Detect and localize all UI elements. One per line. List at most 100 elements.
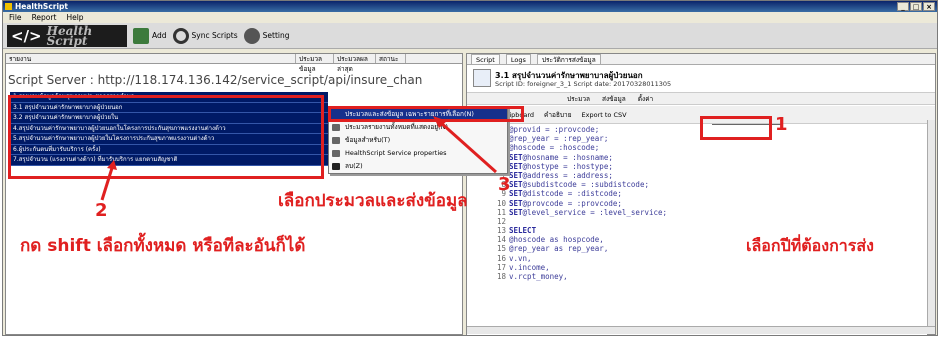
code-text: @provcode = :provcode; — [522, 198, 622, 208]
col-report[interactable]: รายงาน — [6, 54, 296, 63]
annotation-select-year: เลือกปีที่ต้องการส่ง — [746, 236, 874, 255]
code-line: 17 v.income, — [467, 263, 927, 272]
code-text: @hostype = :hostype; — [522, 161, 613, 171]
delete-icon — [332, 163, 340, 170]
code-line: @hoscode = :hoscode; — [467, 143, 927, 152]
code-text: @hoscode = :hoscode; — [509, 143, 600, 153]
close-button[interactable]: × — [923, 2, 935, 11]
app-icon — [5, 3, 12, 10]
title-bar: HealthScript _ □ × — [3, 1, 937, 12]
code-line: SET @hostype = :hostype; — [467, 162, 927, 171]
process-button[interactable]: ประมวล — [567, 93, 590, 104]
code-line: 9 SET @distcode = :distcode; — [467, 189, 927, 198]
list-header: รายงาน ประมวลข้อมูล ประมวลผลล่าสุด สถานะ — [6, 54, 462, 73]
col-process[interactable]: ประมวลข้อมูล — [296, 54, 334, 73]
menu-item-properties[interactable]: HealthScript Service properties — [329, 147, 507, 160]
tab-logs[interactable]: Logs — [505, 54, 531, 64]
window-title: HealthScript — [15, 2, 68, 11]
tab-script[interactable]: Script — [471, 54, 500, 64]
col-status[interactable]: สถานะ — [376, 54, 406, 63]
annotation-number-3: 3 — [498, 174, 511, 195]
sql-editor[interactable]: @provid = :provcode; @rep_year = :rep_yea… — [467, 125, 927, 335]
tab-history[interactable]: ประวัติการส่งข้อมูล — [536, 54, 601, 64]
code-text: @hoscode as hospcode, — [509, 235, 604, 245]
code-line: @rep_year = :rep_year; — [467, 134, 927, 143]
code-text: @level_service = :level_service; — [522, 207, 668, 217]
annotation-number-2: 2 — [95, 200, 108, 221]
horizontal-scrollbar[interactable] — [467, 326, 935, 334]
sync-scripts-button[interactable]: Sync Scripts — [172, 27, 238, 44]
script-detail-pane: Script Logs ประวัติการส่งข้อมูล 3.1 สรุป… — [466, 53, 936, 335]
line-number: 17 — [496, 262, 506, 272]
code-text: @distcode = :distcode; — [522, 189, 622, 199]
setting-button[interactable]: Setting — [243, 27, 290, 44]
maximize-button[interactable]: □ — [910, 2, 922, 11]
options-button[interactable]: ตั้งค่า — [638, 93, 653, 104]
code-line: 11 SET @level_service = :level_service; — [467, 208, 927, 217]
menu-item-process-all[interactable]: ประมวลรายงานทั้งหมดที่แสดงอยู่(N) — [329, 121, 507, 134]
menu-report[interactable]: Report — [32, 12, 57, 23]
script-meta: Script ID: foreigner_3_1 Script date: 20… — [495, 80, 672, 88]
code-line: @provid = :provcode; — [467, 125, 927, 134]
sql-keyword: SET — [509, 198, 523, 208]
gear-icon — [243, 27, 260, 44]
add-button[interactable]: Add — [133, 27, 167, 44]
annotation-shift-select: กด shift เลือกทั้งหมด หรือทีละอันก็ได้ — [20, 236, 306, 256]
menu-item-label: ประมวลรายงานทั้งหมดที่แสดงอยู่(N) — [345, 123, 448, 131]
add-label: Add — [152, 31, 167, 40]
sql-keyword: SET — [509, 170, 523, 180]
menu-item-delete[interactable]: ลบ(Z) — [329, 160, 507, 173]
sql-keyword: SET — [509, 161, 523, 171]
col-last[interactable]: ประมวลผลล่าสุด — [334, 54, 376, 73]
toolbar: </> Health Script Add Sync Scripts Setti… — [3, 23, 937, 49]
code-text: @address = :address; — [522, 170, 613, 180]
script-icon — [473, 69, 491, 87]
export-csv-button[interactable]: Export to CSV — [582, 106, 627, 124]
server-url: Script Server : http://118.174.136.142/s… — [8, 73, 423, 87]
sync-icon — [172, 27, 189, 44]
menu-item-label: HealthScript Service properties — [345, 149, 447, 157]
logo-name: Health Script — [46, 23, 93, 48]
code-line: 18 v.rcpt_money, — [467, 272, 927, 281]
info-icon — [332, 137, 340, 144]
code-line: SET @hosname = :hosname; — [467, 153, 927, 162]
properties-icon — [332, 150, 340, 157]
menu-item-info[interactable]: ข้อมูลสำหรับ(T) — [329, 134, 507, 147]
description-button[interactable]: คำอธิบาย — [544, 106, 571, 124]
code-line: 8 SET @subdistcode = :subdistcode; — [467, 180, 927, 189]
minimize-button[interactable]: _ — [897, 2, 909, 11]
menu-bar: File Report Help — [3, 12, 937, 23]
logo-code: </> — [11, 26, 42, 45]
code-text: @rep_year as rep_year, — [509, 244, 609, 254]
app-logo: </> Health Script — [7, 23, 127, 48]
line-number: 16 — [496, 253, 506, 263]
line-number: 11 — [496, 207, 506, 217]
menu-help[interactable]: Help — [66, 12, 83, 23]
menu-item-label: ข้อมูลสำหรับ(T) — [345, 136, 391, 144]
line-number: 13 — [496, 226, 506, 236]
code-line: 12 — [467, 217, 927, 226]
code-line: 7 SET @address = :address; — [467, 171, 927, 180]
vertical-scrollbar[interactable] — [927, 120, 935, 334]
process-icon — [332, 124, 340, 131]
annotation-number-1: 1 — [775, 114, 788, 135]
code-text: @hosname = :hosname; — [522, 152, 613, 162]
code-text: @provid = :provcode; — [509, 125, 600, 134]
sql-keyword: SET — [509, 152, 523, 162]
detail-tabs: Script Logs ประวัติการส่งข้อมูล — [467, 54, 935, 65]
menu-file[interactable]: File — [9, 12, 22, 23]
annotation-box-menu — [328, 106, 524, 122]
code-line: 10 SET @provcode = :provcode; — [467, 199, 927, 208]
action-bar: ประมวล ส่งข้อมูล ตั้งค่า — [467, 92, 935, 105]
annotation-process-send: เลือกประมวลและส่งข้อมูล — [278, 191, 468, 211]
line-number: 15 — [496, 244, 506, 254]
annotation-box-list — [8, 95, 324, 179]
code-text: v.vn, — [509, 253, 532, 263]
setting-label: Setting — [262, 31, 290, 40]
send-button[interactable]: ส่งข้อมูล — [602, 93, 626, 104]
code-text: @subdistcode = :subdistcode; — [522, 180, 649, 190]
line-number: 10 — [496, 198, 506, 208]
line-number: 12 — [496, 216, 506, 226]
sql-keyword: SET — [509, 207, 523, 217]
code-text: v.income, — [509, 262, 550, 272]
